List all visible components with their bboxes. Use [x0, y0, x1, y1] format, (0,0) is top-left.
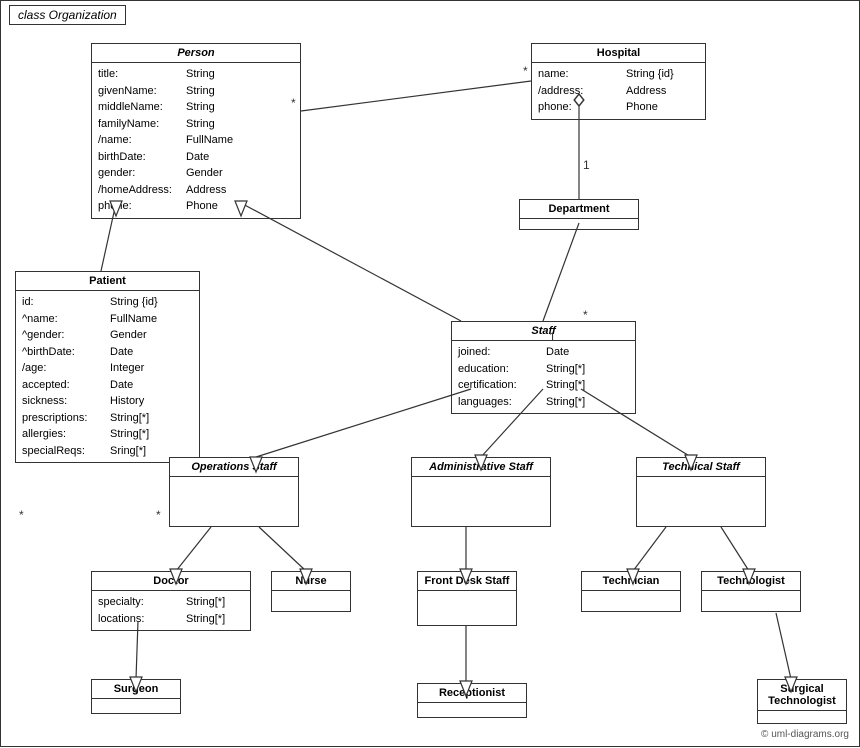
class-technician: Technician [581, 571, 681, 612]
svg-text:*: * [523, 64, 528, 78]
class-technician-attrs [582, 591, 680, 611]
class-administrative-staff-name: Administrative Staff [412, 458, 550, 477]
class-receptionist-attrs [418, 703, 526, 713]
svg-text:1: 1 [583, 158, 590, 172]
copyright: © uml-diagrams.org [761, 729, 849, 740]
class-nurse-attrs [272, 591, 350, 611]
class-department-name: Department [520, 200, 638, 219]
class-hospital-name: Hospital [532, 44, 705, 63]
class-department: Department [519, 199, 639, 230]
diagram-container: class Organization Person title:String g… [0, 0, 860, 747]
diagram-title: class Organization [9, 5, 126, 25]
class-technologist: Technologist [701, 571, 801, 612]
class-front-desk-staff-name: Front Desk Staff [418, 572, 516, 591]
class-receptionist: Receptionist [417, 683, 527, 718]
svg-text:*: * [156, 508, 161, 522]
class-surgical-technologist-attrs [758, 711, 846, 721]
class-staff: Staff joined:Date education:String[*] ce… [451, 321, 636, 414]
class-department-attrs [520, 219, 638, 229]
class-administrative-staff: Administrative Staff [411, 457, 551, 527]
class-person-attrs: title:String givenName:String middleName… [92, 63, 300, 218]
class-hospital-attrs: name:String {id} /address:Address phone:… [532, 63, 705, 119]
class-surgical-technologist-name: Surgical Technologist [758, 680, 846, 711]
class-surgeon-name: Surgeon [92, 680, 180, 699]
class-operations-staff: Operations Staff [169, 457, 299, 527]
class-doctor-name: Doctor [92, 572, 250, 591]
svg-text:*: * [583, 308, 588, 322]
class-technical-staff-name: Technical Staff [637, 458, 765, 477]
class-person: Person title:String givenName:String mid… [91, 43, 301, 219]
class-surgeon: Surgeon [91, 679, 181, 714]
class-technical-staff: Technical Staff [636, 457, 766, 527]
class-staff-attrs: joined:Date education:String[*] certific… [452, 341, 635, 413]
class-patient: Patient id:String {id} ^name:FullName ^g… [15, 271, 200, 463]
class-surgical-technologist: Surgical Technologist [757, 679, 847, 724]
class-technical-staff-attrs [637, 477, 765, 497]
class-technician-name: Technician [582, 572, 680, 591]
svg-text:*: * [19, 508, 24, 522]
class-doctor: Doctor specialty:String[*] locations:Str… [91, 571, 251, 631]
class-front-desk-staff-attrs [418, 591, 516, 611]
class-nurse-name: Nurse [272, 572, 350, 591]
class-operations-staff-name: Operations Staff [170, 458, 298, 477]
class-person-name: Person [92, 44, 300, 63]
class-receptionist-name: Receptionist [418, 684, 526, 703]
class-doctor-attrs: specialty:String[*] locations:String[*] [92, 591, 250, 630]
class-patient-name: Patient [16, 272, 199, 291]
class-nurse: Nurse [271, 571, 351, 612]
class-staff-name: Staff [452, 322, 635, 341]
class-technologist-name: Technologist [702, 572, 800, 591]
class-administrative-staff-attrs [412, 477, 550, 497]
class-surgeon-attrs [92, 699, 180, 709]
class-front-desk-staff: Front Desk Staff [417, 571, 517, 626]
class-patient-attrs: id:String {id} ^name:FullName ^gender:Ge… [16, 291, 199, 462]
class-operations-staff-attrs [170, 477, 298, 497]
class-technologist-attrs [702, 591, 800, 611]
class-hospital: Hospital name:String {id} /address:Addre… [531, 43, 706, 120]
